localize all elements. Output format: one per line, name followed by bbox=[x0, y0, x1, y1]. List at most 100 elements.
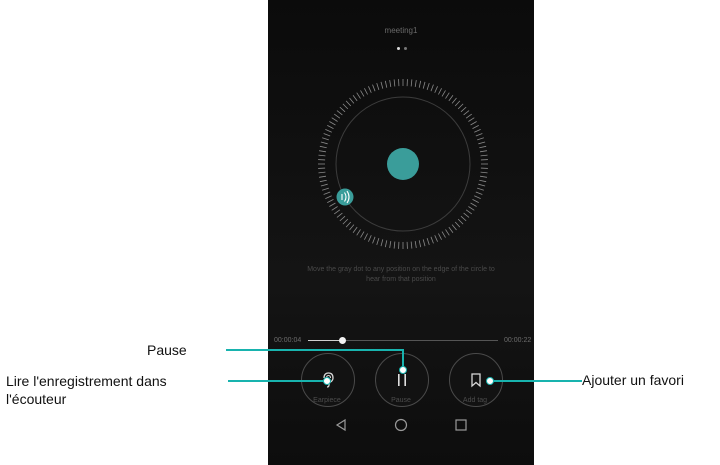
dial-tick bbox=[479, 150, 488, 153]
dial-tick bbox=[480, 154, 488, 157]
callout-earpiece-text: Lire l'enregistrement dans l'écouteur bbox=[6, 372, 167, 408]
dial-tick bbox=[430, 84, 434, 92]
dial-tick bbox=[414, 240, 417, 249]
dial-tick bbox=[384, 80, 388, 88]
dial-tick bbox=[418, 80, 422, 88]
dial-tick bbox=[336, 212, 343, 218]
dial-tick bbox=[470, 121, 477, 126]
elapsed-time: 00:00:04 bbox=[274, 337, 302, 344]
dial-tick bbox=[477, 187, 484, 191]
home-circle-icon[interactable] bbox=[394, 418, 408, 432]
dial-tick bbox=[438, 88, 442, 95]
callout-earpiece-end bbox=[323, 377, 331, 385]
dial-tick bbox=[418, 240, 422, 248]
recent-square-icon[interactable] bbox=[454, 418, 468, 432]
dial-tick bbox=[451, 97, 457, 104]
dial-tick bbox=[325, 129, 332, 133]
dial-tick bbox=[389, 240, 392, 249]
dial-tick bbox=[352, 226, 358, 234]
dial-tick bbox=[479, 179, 487, 183]
dial-tick bbox=[364, 88, 368, 95]
dial-tick bbox=[422, 239, 426, 247]
dial-tick bbox=[318, 154, 326, 157]
callout-pause-line bbox=[226, 349, 404, 351]
dial-tick bbox=[318, 171, 326, 174]
dial-tick bbox=[333, 209, 341, 215]
dial-tick bbox=[322, 187, 329, 191]
dial-tick bbox=[339, 215, 346, 222]
dial-tick bbox=[319, 145, 327, 149]
dial-tick bbox=[465, 209, 473, 215]
dial-tick bbox=[331, 117, 338, 122]
bookmark-icon bbox=[471, 373, 481, 388]
dial-tick bbox=[451, 224, 457, 231]
dial-tick bbox=[410, 79, 413, 87]
dial-tick bbox=[460, 215, 467, 222]
position-handle[interactable] bbox=[336, 188, 354, 206]
earpiece-label: Earpiece bbox=[313, 397, 341, 404]
page-dot bbox=[404, 47, 407, 50]
dial-tick bbox=[472, 199, 479, 203]
dial-tick bbox=[454, 221, 461, 228]
callout-earpiece-line bbox=[228, 380, 328, 382]
dial-tick bbox=[478, 141, 486, 145]
dial-tick bbox=[463, 212, 470, 218]
recording-title: meeting1 bbox=[384, 26, 418, 35]
playback-dial[interactable] bbox=[313, 74, 493, 254]
callout-favorite-end bbox=[486, 377, 494, 385]
dial-tick bbox=[445, 229, 450, 236]
callout-earpiece-line1: Lire l'enregistrement dans bbox=[6, 373, 167, 389]
total-time: 00:00:22 bbox=[504, 337, 532, 344]
dial-tick bbox=[322, 137, 329, 141]
recorder-screen: meeting1 Move the gray dot to any positi… bbox=[268, 0, 534, 465]
back-triangle-icon[interactable] bbox=[334, 418, 348, 432]
dial-tick bbox=[422, 81, 426, 89]
dial-tick bbox=[470, 202, 477, 207]
dial-tick bbox=[372, 236, 376, 244]
dial-tick bbox=[345, 100, 352, 107]
dial-tick bbox=[474, 195, 481, 199]
dial-tick bbox=[342, 103, 349, 110]
dial-tick bbox=[478, 183, 486, 187]
dial-tick bbox=[349, 224, 355, 231]
dial-tick bbox=[426, 83, 430, 90]
progress-thumb[interactable] bbox=[338, 337, 346, 344]
dial-tick bbox=[320, 141, 328, 145]
hint-line-1: Move the gray dot to any position on the… bbox=[307, 266, 495, 273]
dial-tick bbox=[479, 175, 488, 178]
dial-tick bbox=[360, 231, 365, 238]
dial-tick bbox=[477, 137, 484, 141]
dial-tick bbox=[356, 92, 361, 99]
callout-favorite-text: Ajouter un favori bbox=[582, 372, 684, 388]
dial-tick bbox=[426, 238, 430, 245]
dial-tick bbox=[475, 191, 483, 195]
dial-tick bbox=[389, 79, 392, 88]
dial-tick bbox=[445, 92, 450, 99]
dial-tick bbox=[352, 94, 358, 102]
dial-tick bbox=[475, 133, 483, 137]
dial-tick bbox=[380, 81, 384, 89]
dial-tick bbox=[448, 94, 454, 102]
dial-tick bbox=[333, 113, 341, 119]
dial-tick bbox=[384, 240, 388, 248]
dial-tick bbox=[479, 145, 487, 149]
dial-tick bbox=[434, 235, 438, 242]
dial-tick bbox=[339, 106, 346, 113]
callout-pause-text: Pause bbox=[147, 342, 187, 358]
center-dot bbox=[387, 148, 419, 180]
dial-tick bbox=[320, 183, 328, 187]
add-tag-label: Add tag bbox=[462, 397, 488, 404]
dial-tick bbox=[434, 86, 438, 93]
dial-tick bbox=[345, 221, 352, 228]
dial-tick bbox=[460, 106, 467, 113]
dial-tick bbox=[468, 206, 475, 211]
page-indicator bbox=[393, 47, 413, 51]
dial-tick bbox=[463, 110, 470, 116]
dial-tick bbox=[342, 218, 349, 225]
dial-tick bbox=[376, 83, 380, 90]
dial-tick bbox=[325, 195, 332, 199]
dial-tick bbox=[441, 231, 446, 238]
dial-tick bbox=[323, 191, 331, 195]
dial-tick bbox=[318, 150, 327, 153]
callout-favorite-line bbox=[490, 380, 582, 382]
